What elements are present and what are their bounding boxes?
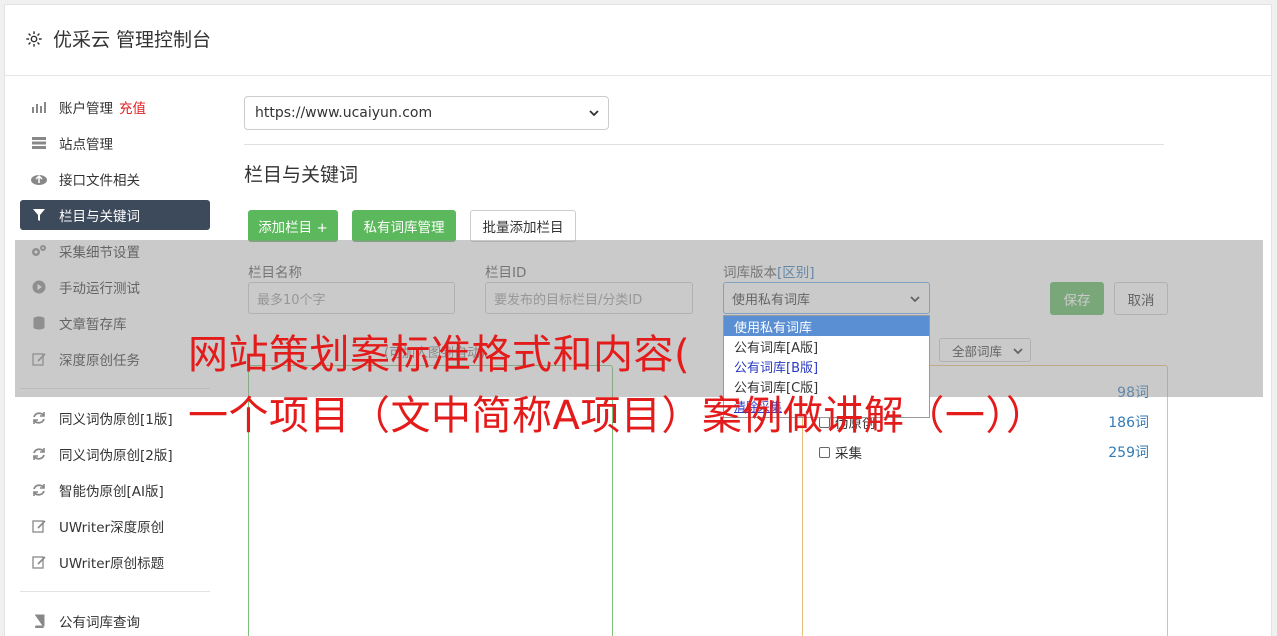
bar-chart-icon: [30, 98, 48, 116]
sidebar-item-interface[interactable]: 接口文件相关: [20, 164, 210, 194]
top-bar: 优采云 管理控制台: [5, 5, 1271, 76]
sidebar-item-label: UWriter原创标题: [59, 556, 165, 572]
site-select[interactable]: https://www.ucaiyun.com: [244, 96, 609, 130]
chevron-down-icon: [589, 110, 599, 117]
lib-row[interactable]: 采集: [819, 442, 862, 462]
lib-row-count: 186词: [1108, 415, 1149, 431]
sidebar-item-public-lib[interactable]: 公有词库查询: [20, 606, 210, 636]
sidebar-item-label: 站点管理: [59, 137, 113, 153]
lib-row-label: 采集: [835, 446, 862, 462]
edit-icon: [30, 517, 48, 535]
lib-row-count: 259词: [1108, 445, 1149, 461]
batch-add-button[interactable]: 批量添加栏目: [470, 210, 576, 242]
sidebar-item-label: UWriter深度原创: [59, 520, 165, 536]
recharge-link[interactable]: 充值: [119, 97, 146, 117]
sidebar-item-account[interactable]: 账户管理 充值: [20, 92, 210, 122]
sidebar-item-label: 同义词伪原创[2版]: [59, 448, 173, 464]
sidebar-item-sites[interactable]: 站点管理: [20, 128, 210, 158]
app-title: 优采云 管理控制台: [53, 29, 212, 51]
edit-icon: [30, 553, 48, 571]
filter-icon: [30, 206, 48, 224]
page-title: 栏目与关键词: [244, 164, 359, 186]
sidebar-item-synonym-v2[interactable]: 同义词伪原创[2版]: [20, 439, 210, 469]
private-lib-button[interactable]: 私有词库管理: [352, 210, 456, 242]
sidebar-item-label: 公有词库查询: [59, 615, 140, 631]
site-select-value: https://www.ucaiyun.com: [255, 105, 433, 121]
sidebar-item-label: 接口文件相关: [59, 173, 140, 189]
sidebar-item-label: 智能伪原创[AI版]: [59, 484, 164, 500]
cloud-upload-icon: [30, 170, 48, 188]
sidebar-item-uwriter-title[interactable]: UWriter原创标题: [20, 547, 210, 577]
sidebar-item-columns[interactable]: 栏目与关键词: [20, 200, 210, 230]
server-icon: [30, 134, 48, 152]
sidebar-item-label: 账户管理: [59, 101, 113, 117]
banner-line-2: 一个项目（文中简称A项目）案例做讲解（一））: [188, 393, 1047, 439]
brand[interactable]: 优采云 管理控制台: [25, 25, 211, 52]
dropdown-option[interactable]: 公有词库[A版]: [724, 336, 929, 356]
refresh-icon: [30, 409, 48, 427]
banner-line-1: 网站策划案标准格式和内容(: [188, 332, 691, 378]
refresh-icon: [30, 481, 48, 499]
add-column-button[interactable]: 添加栏目 +: [248, 210, 338, 242]
divider: [20, 591, 210, 592]
book-icon: [30, 612, 48, 630]
sidebar-item-ai-rewrite[interactable]: 智能伪原创[AI版]: [20, 475, 210, 505]
sidebar-item-label: 栏目与关键词: [59, 209, 140, 225]
checkbox[interactable]: [819, 446, 830, 458]
divider: [244, 144, 1164, 145]
refresh-icon: [30, 445, 48, 463]
sidebar-item-label: 同义词伪原创[1版]: [59, 412, 173, 428]
dropdown-option[interactable]: 公有词库[B版]: [724, 356, 929, 376]
gear-icon: [26, 30, 42, 47]
sidebar-item-synonym-v1[interactable]: 同义词伪原创[1版]: [20, 403, 210, 433]
sidebar-item-uwriter-deep[interactable]: UWriter深度原创: [20, 511, 210, 541]
dropdown-option[interactable]: 使用私有词库: [724, 316, 929, 336]
